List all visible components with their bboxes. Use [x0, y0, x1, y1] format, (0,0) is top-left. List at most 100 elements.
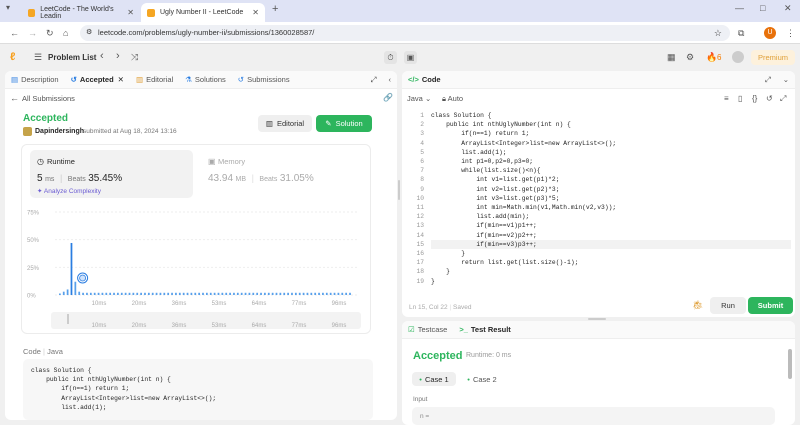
back-icon[interactable]: ←: [10, 22, 19, 44]
timer-icon[interactable]: ⏱: [384, 51, 397, 64]
brush-tick-label: 96ms: [332, 323, 347, 329]
vertical-splitter[interactable]: [398, 180, 400, 200]
bookmark-star-icon[interactable]: ☆: [714, 25, 722, 41]
extensions-icon[interactable]: ⧉: [738, 22, 744, 44]
tab-title: Ugly Number II - LeetCode: [160, 9, 244, 16]
case-1-tab[interactable]: • Case 1: [412, 372, 456, 386]
tab-search-icon[interactable]: ▾: [6, 0, 10, 19]
distribution-bar: [109, 292, 112, 295]
memory-unit: MB: [235, 176, 247, 183]
runtime-value-row: 5 ms | Beats 35.45%: [37, 173, 122, 184]
editorial-button[interactable]: ▥ Editorial: [258, 115, 312, 132]
random-problem-icon[interactable]: ⤨: [131, 52, 138, 63]
next-problem-icon[interactable]: ›: [116, 50, 120, 62]
solution-button[interactable]: ✎ Solution: [316, 115, 372, 132]
maximize-panel-icon[interactable]: ⤢: [365, 75, 383, 85]
author-name[interactable]: Dapindersingh: [35, 128, 84, 135]
debug-icon[interactable]: 🐞︎: [692, 300, 703, 311]
notes-icon[interactable]: ▣: [404, 51, 417, 64]
braces-icon[interactable]: {}: [752, 94, 757, 103]
analyze-complexity-link[interactable]: ✦ Analyze Complexity: [37, 187, 101, 195]
code-line: public int nthUglyNumber(int n) {: [431, 121, 571, 129]
distribution-bar: [333, 292, 336, 295]
maximize-editor-icon[interactable]: ⤢: [759, 75, 777, 85]
close-tab-icon[interactable]: ✕: [252, 8, 259, 17]
language-select[interactable]: Java ⌄: [407, 94, 431, 103]
tab-code[interactable]: </> Code: [402, 75, 447, 84]
layout-icon[interactable]: ▦: [667, 52, 676, 63]
chevron-down-icon: ⌄: [424, 94, 432, 103]
runtime-distribution-chart[interactable]: 75% 50% 25% 0% 10ms 20ms 36ms 53ms 64ms 77ms 96ms 1…: [27, 206, 367, 331]
profile-avatar[interactable]: U: [764, 27, 776, 39]
distribution-bar: [248, 292, 251, 295]
case-2-tab[interactable]: • Case 2: [460, 372, 504, 386]
bookmark-icon[interactable]: ▯: [738, 94, 742, 103]
code-area[interactable]: class Solution { public int nthUglyNumbe…: [431, 111, 791, 286]
browser-tab-1[interactable]: LeetCode - The World's Leadin ✕: [22, 3, 140, 22]
format-icon[interactable]: ≡: [724, 94, 729, 103]
tab-description[interactable]: ▤ Description: [5, 75, 65, 84]
premium-button[interactable]: Premium: [751, 50, 795, 65]
distribution-bar: [345, 292, 348, 295]
all-submissions-link[interactable]: All Submissions: [22, 94, 75, 103]
x-tick-label: 77ms: [292, 301, 307, 307]
pencil-icon: ✎: [325, 119, 332, 128]
problem-list-link[interactable]: Problem List: [48, 53, 96, 62]
prev-problem-icon[interactable]: ‹: [100, 50, 104, 62]
site-info-icon[interactable]: ⚙: [86, 25, 92, 41]
reload-icon[interactable]: ↻: [46, 22, 54, 44]
streak-fire-icon[interactable]: 🔥: [706, 52, 717, 63]
result-tabbar: ☑ Testcase >_ Test Result: [402, 321, 795, 339]
submit-button[interactable]: Submit: [748, 297, 793, 314]
checkbox-icon: ☑: [408, 325, 415, 334]
address-bar[interactable]: ⚙ leetcode.com/problems/ugly-number-ii/s…: [80, 25, 730, 41]
maximize-button[interactable]: □: [760, 0, 765, 19]
y-tick-label: 25%: [27, 266, 40, 272]
tab-editorial[interactable]: ▥ Editorial: [130, 75, 179, 84]
code-line: if(min==v1)p1++;: [431, 222, 537, 230]
problem-list-icon[interactable]: ☰: [34, 52, 42, 63]
forward-icon[interactable]: →: [28, 22, 37, 44]
browser-tab-2[interactable]: Ugly Number II - LeetCode ✕: [141, 3, 265, 22]
fullscreen-icon[interactable]: ⤢: [780, 94, 786, 104]
tab-testcase[interactable]: ☑ Testcase: [402, 325, 453, 334]
collapse-editor-icon[interactable]: ⌄: [777, 75, 795, 84]
browser-menu-icon[interactable]: ⋮: [786, 22, 795, 44]
distribution-bar: [151, 292, 154, 295]
tab-accepted[interactable]: ↺ Accepted ✕: [65, 75, 130, 84]
user-avatar[interactable]: [732, 51, 744, 63]
minimize-button[interactable]: —: [735, 0, 744, 19]
collapse-panel-icon[interactable]: ‹: [383, 75, 398, 84]
tab-submissions[interactable]: ↺ Submissions: [232, 75, 296, 84]
result-scrollbar[interactable]: [788, 349, 792, 379]
close-window-button[interactable]: ✕: [784, 0, 792, 19]
back-arrow-icon[interactable]: ←: [10, 93, 19, 103]
settings-gear-icon[interactable]: ⚙: [686, 52, 694, 63]
close-tab-icon[interactable]: ✕: [118, 75, 124, 84]
tab-solutions[interactable]: ⚗ Solutions: [179, 75, 232, 84]
submission-status: Accepted: [23, 113, 69, 124]
test-result-panel: ☑ Testcase >_ Test Result Accepted Runtime…: [402, 321, 795, 425]
distribution-bar: [178, 292, 181, 295]
divider: |: [449, 304, 452, 311]
code-line: ArrayList<Integer>list=new ArrayList<>()…: [431, 139, 617, 147]
share-link-icon[interactable]: 🔗: [383, 93, 393, 102]
close-tab-icon[interactable]: ✕: [127, 8, 134, 17]
memory-value: 43.94: [208, 173, 234, 184]
memory-label[interactable]: Memory: [218, 157, 245, 166]
distribution-bar: [291, 292, 293, 295]
distribution-bar: [244, 292, 247, 295]
x-tick-label: 10ms: [92, 301, 107, 307]
tab-test-result[interactable]: >_ Test Result: [453, 325, 516, 334]
distribution-bar: [78, 291, 81, 295]
auto-mode-toggle[interactable]: 🔒︎ Auto: [442, 94, 463, 104]
x-tick-label: 20ms: [132, 301, 147, 307]
x-tick-label: 53ms: [212, 301, 227, 307]
horizontal-splitter[interactable]: [588, 318, 606, 320]
home-icon[interactable]: ⌂: [63, 22, 68, 44]
run-button[interactable]: Run: [710, 297, 746, 314]
reset-icon[interactable]: ↺: [766, 94, 773, 103]
code-line: list.add(min);: [431, 213, 530, 221]
new-tab-button[interactable]: +: [272, 0, 278, 20]
leetcode-logo-icon[interactable]: ℓ: [10, 52, 20, 63]
